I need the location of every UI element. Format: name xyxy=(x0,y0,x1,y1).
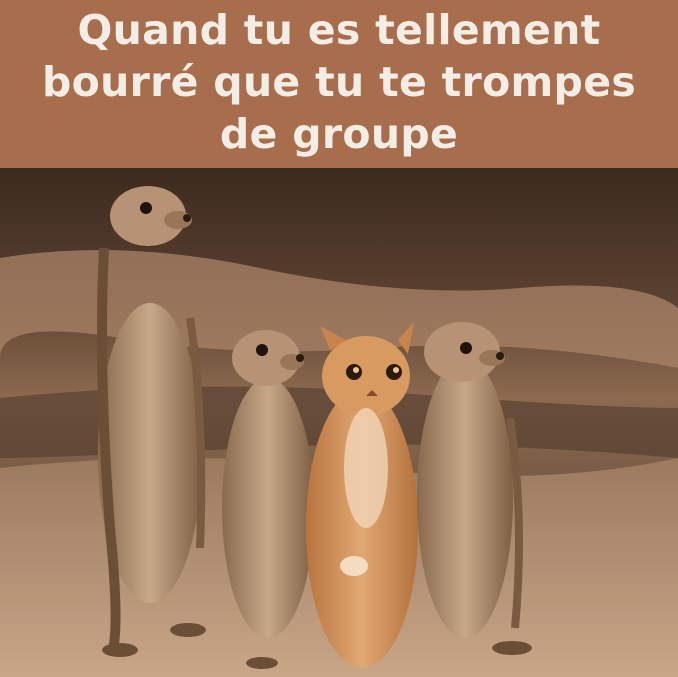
caption-line-2: bourré que tu te trompes xyxy=(41,58,637,106)
meerkats-and-cat-photo xyxy=(0,168,678,677)
caption-line-1: Quand tu es tellement xyxy=(77,6,601,54)
caption-text: Quand tu es tellement bourré que tu te t… xyxy=(0,4,678,160)
cat-icon xyxy=(306,322,418,668)
meme: Quand tu es tellement bourré que tu te t… xyxy=(0,0,678,677)
caption-line-3: de groupe xyxy=(219,110,459,158)
